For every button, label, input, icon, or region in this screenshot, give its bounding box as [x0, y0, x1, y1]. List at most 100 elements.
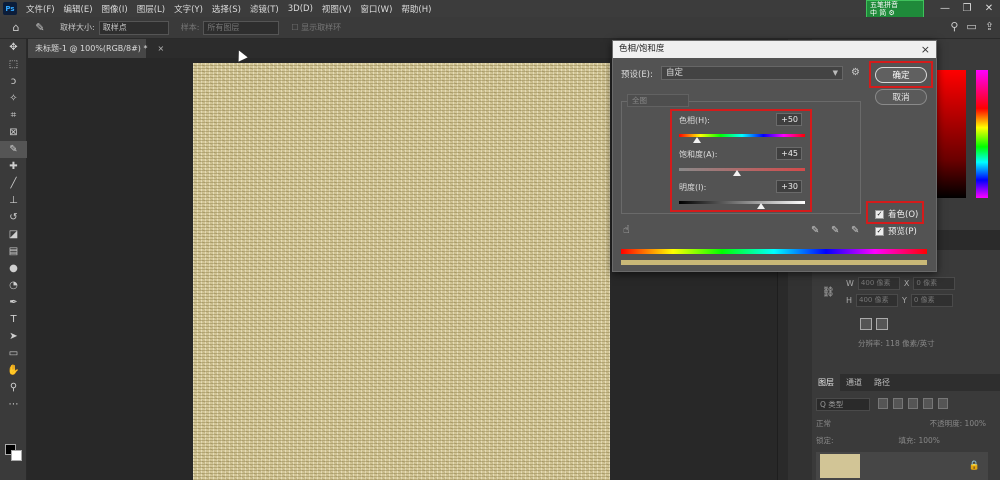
adjust-filter-icon[interactable] — [893, 398, 903, 409]
history-brush-tool-icon[interactable]: ↺ — [0, 209, 27, 226]
eyedropper-icon[interactable]: ✎ — [811, 225, 819, 236]
blend-mode-select[interactable]: 正常 — [816, 418, 831, 429]
colorize-label: 着色(O) — [888, 210, 919, 220]
menu-image[interactable]: 图像(I) — [102, 3, 128, 15]
eyedropper-plus-icon[interactable]: ✎ — [831, 225, 839, 236]
eyedropper-tool-icon[interactable]: ✎ — [32, 20, 48, 36]
close-icon[interactable]: × — [921, 41, 930, 58]
shape-filter-icon[interactable] — [923, 398, 933, 409]
eyedropper-tool-icon[interactable]: ✎ — [0, 141, 27, 158]
colorize-check-icon: ✓ — [875, 209, 884, 219]
width-row: W 400 像素 X 0 像素 — [846, 277, 956, 290]
layer-row[interactable]: 🔒 — [816, 452, 988, 480]
background-color-swatch[interactable] — [11, 450, 22, 461]
marquee-tool-icon[interactable]: ⬚ — [0, 56, 27, 73]
brush-tool-icon[interactable]: ╱ — [0, 175, 27, 192]
height-field[interactable]: 400 像素 — [856, 294, 899, 307]
menu-window[interactable]: 窗口(W) — [360, 3, 392, 15]
color-hue-slider[interactable] — [976, 70, 988, 198]
height-row: H 400 像素 Y 0 像素 — [846, 294, 953, 307]
maximize-button[interactable]: ❐ — [956, 0, 978, 17]
width-field[interactable]: 400 像素 — [857, 277, 900, 290]
sliders-highlight — [670, 109, 812, 212]
colorize-checkbox[interactable]: ✓ 着色(O) — [875, 208, 918, 220]
layer-filter-select[interactable]: Q 类型 — [816, 398, 870, 411]
show-sampling-ring-checkbox[interactable]: ☐ 显示取样环 — [291, 22, 341, 33]
input-method-name: 五笔拼音 — [870, 1, 898, 9]
menu-help[interactable]: 帮助(H) — [401, 3, 431, 15]
dodge-tool-icon[interactable]: ◔ — [0, 277, 27, 294]
sample-label: 样本: — [180, 23, 200, 32]
menu-edit[interactable]: 编辑(E) — [64, 3, 93, 15]
window-controls: — ❐ ✕ — [934, 0, 1000, 17]
tab-layers[interactable]: 图层 — [812, 374, 840, 391]
frame-tool-icon[interactable]: ⊠ — [0, 124, 27, 141]
share-icon[interactable]: ⇪ — [985, 20, 994, 33]
fill-control[interactable]: 填充: 100% — [899, 435, 940, 446]
sample-select[interactable]: 所有图层 — [203, 20, 280, 35]
stamp-tool-icon[interactable]: ⊥ — [0, 192, 27, 209]
preview-checkbox[interactable]: ✓ 预览(P) — [875, 225, 917, 237]
preset-select[interactable]: 自定 ▼ — [661, 66, 843, 80]
color-picker-field[interactable] — [936, 70, 966, 198]
menu-file[interactable]: 文件(F) — [26, 3, 55, 15]
type-tool-icon[interactable]: T — [0, 311, 27, 328]
eyedropper-minus-icon[interactable]: ✎ — [851, 225, 859, 236]
color-swatches[interactable] — [5, 444, 23, 462]
opacity-control[interactable]: 不透明度: 100% — [930, 418, 986, 429]
sample-size-select[interactable]: 取样点 — [98, 20, 169, 35]
gear-icon[interactable]: ⚙ — [851, 67, 860, 78]
tab-channels[interactable]: 通道 — [840, 374, 868, 391]
preview-check-icon: ✓ — [875, 226, 884, 236]
smart-filter-icon[interactable] — [938, 398, 948, 409]
menu-bar: Ps 文件(F) 编辑(E) 图像(I) 图层(L) 文字(Y) 选择(S) 滤… — [0, 0, 1000, 17]
menu-filter[interactable]: 滤镜(T) — [250, 3, 279, 15]
lock-icon[interactable]: 🔒 — [969, 461, 980, 471]
x-field[interactable]: 0 像素 — [913, 277, 956, 290]
blur-tool-icon[interactable]: ● — [0, 260, 27, 277]
menu-select[interactable]: 选择(S) — [212, 3, 241, 15]
healing-brush-tool-icon[interactable]: ✚ — [0, 158, 27, 175]
crop-tool-icon[interactable]: ⌗ — [0, 107, 27, 124]
home-icon[interactable]: ⌂ — [8, 20, 24, 36]
move-tool-icon[interactable]: ✥ — [0, 39, 27, 56]
path-select-tool-icon[interactable]: ➤ — [0, 328, 27, 345]
input-color-spectrum — [621, 249, 927, 254]
portrait-icon[interactable] — [860, 318, 872, 330]
close-icon[interactable]: × — [157, 44, 164, 53]
link-icon[interactable]: ⛓ — [822, 287, 835, 298]
document-canvas[interactable] — [193, 63, 610, 480]
show-sampling-ring-label: 显示取样环 — [301, 23, 342, 32]
eraser-tool-icon[interactable]: ◪ — [0, 226, 27, 243]
document-tab[interactable]: 未标题-1 @ 100%(RGB/8#) * × — [28, 39, 164, 58]
gradient-tool-icon[interactable]: ▤ — [0, 243, 27, 260]
menu-type[interactable]: 文字(Y) — [174, 3, 203, 15]
search-icon[interactable]: ⚲ — [950, 20, 958, 33]
workspace-icon[interactable]: ▭ — [966, 20, 976, 33]
lasso-tool-icon[interactable]: ↄ — [0, 73, 27, 90]
more-tools-icon[interactable]: ⋯ — [0, 396, 27, 413]
quick-select-tool-icon[interactable]: ✧ — [0, 90, 27, 107]
close-window-button[interactable]: ✕ — [978, 0, 1000, 17]
zoom-tool-icon[interactable]: ⚲ — [0, 379, 27, 396]
minimize-button[interactable]: — — [934, 0, 956, 17]
dialog-title-bar[interactable]: 色相/饱和度 × — [613, 41, 936, 58]
menu-layer[interactable]: 图层(L) — [137, 3, 165, 15]
tab-paths[interactable]: 路径 — [868, 374, 896, 391]
landscape-icon[interactable] — [876, 318, 888, 330]
menu-view[interactable]: 视图(V) — [322, 3, 351, 15]
chevron-down-icon: ▼ — [832, 69, 838, 77]
type-filter-icon[interactable] — [908, 398, 918, 409]
menu-3d[interactable]: 3D(D) — [288, 4, 313, 14]
pixel-filter-icon[interactable] — [878, 398, 888, 409]
width-label: W — [846, 279, 854, 288]
rectangle-tool-icon[interactable]: ▭ — [0, 345, 27, 362]
pen-tool-icon[interactable]: ✒ — [0, 294, 27, 311]
hand-adjust-icon[interactable]: ☝ — [623, 223, 630, 236]
input-method-badge[interactable]: 五笔拼音 中 简 ⚙ — [866, 0, 924, 18]
cancel-button[interactable]: 取消 — [875, 89, 927, 105]
hand-tool-icon[interactable]: ✋ — [0, 362, 27, 379]
channel-select[interactable]: 全图 — [627, 94, 689, 107]
y-field[interactable]: 0 像素 — [910, 294, 953, 307]
layer-filter-icons — [878, 398, 948, 409]
